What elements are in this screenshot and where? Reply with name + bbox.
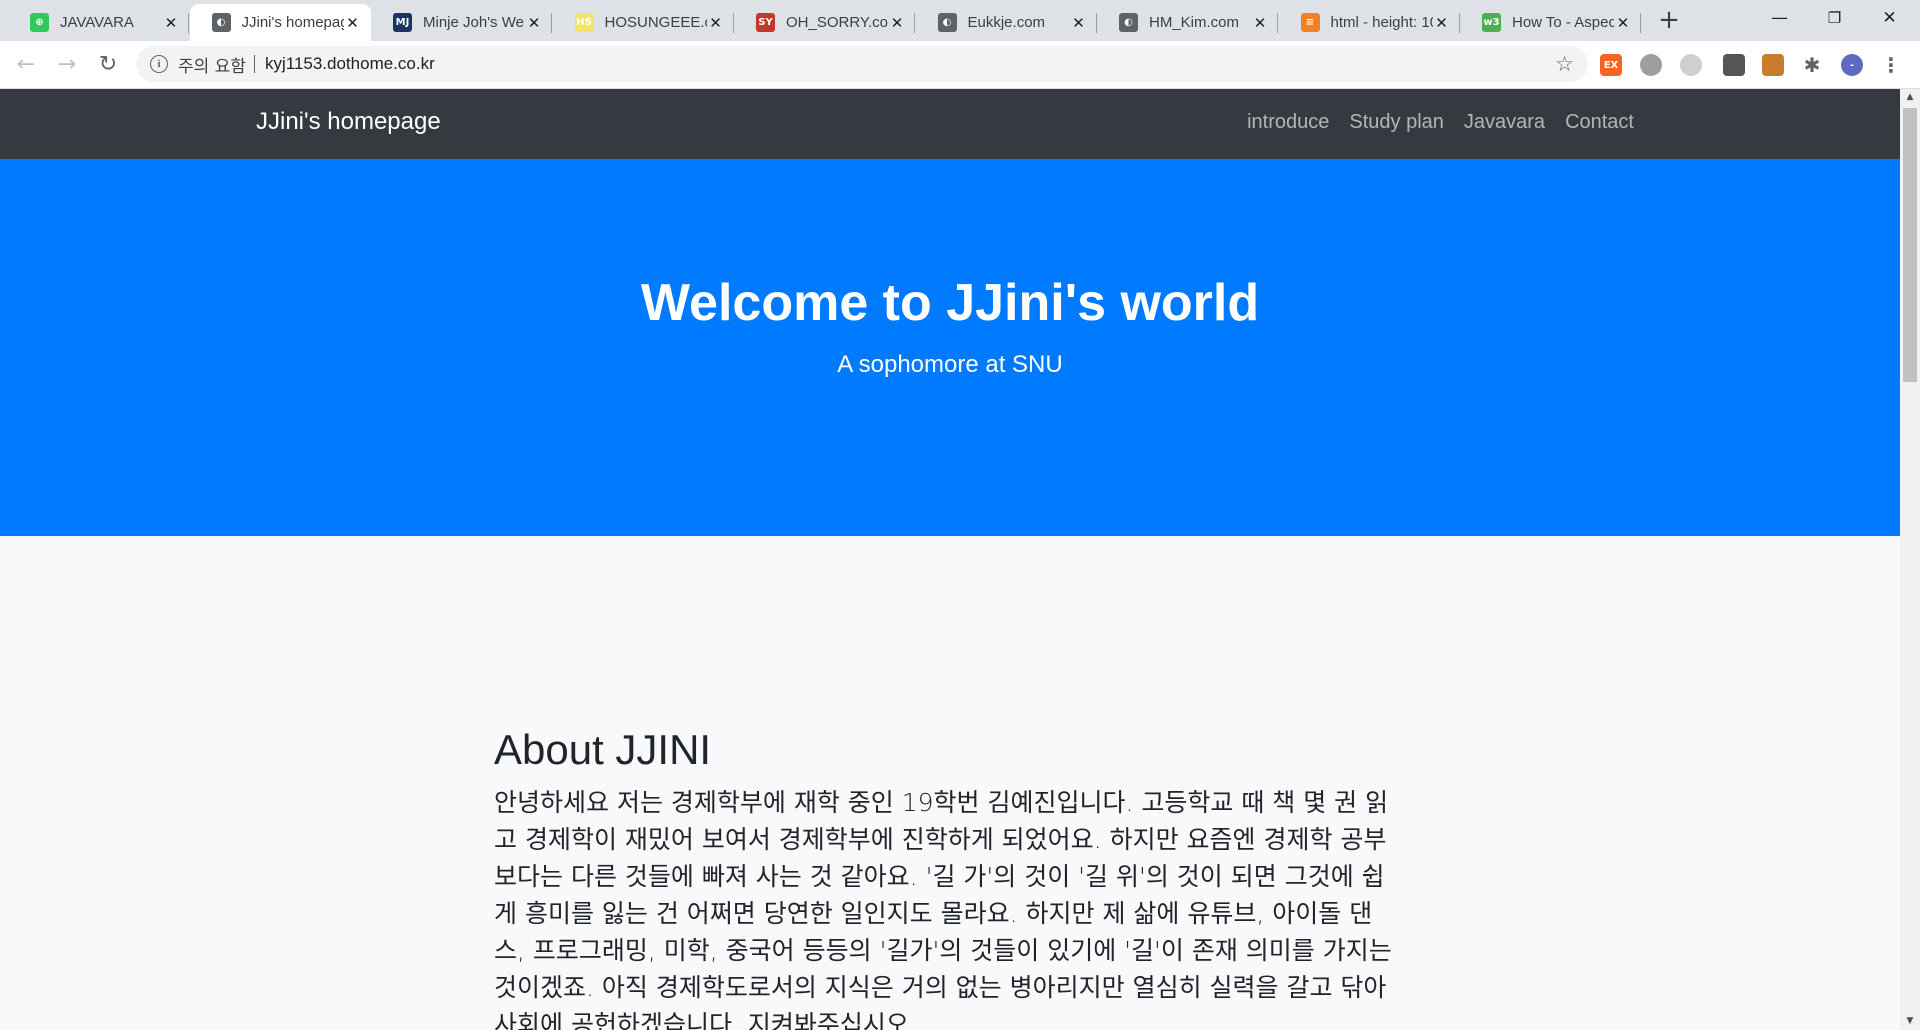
back-button[interactable]: ←: [11, 49, 41, 79]
tab-title: Eukkje.com: [967, 14, 1046, 31]
site-navbar: JJini's homepage introduce Study plan Ja…: [0, 89, 1900, 159]
tab-title: HOSUNGEEE.com: [604, 14, 707, 31]
scrollbar-thumb[interactable]: [1903, 108, 1917, 382]
browser-tab[interactable]: ◐ JJini's homepage✕: [189, 4, 371, 41]
new-tab-button[interactable]: +: [1655, 7, 1683, 35]
tab-title: HM_Kim.com: [1149, 14, 1240, 31]
globe-icon: ◐: [211, 13, 231, 32]
tab-separator: [1640, 13, 1641, 33]
window-close-button[interactable]: ✕: [1862, 0, 1917, 36]
browser-tab[interactable]: MJ Minje Joh's Website✕: [371, 4, 552, 41]
tab-close-icon[interactable]: ✕: [162, 14, 180, 32]
globe-icon: ◐: [1119, 13, 1138, 32]
sorry-logo-icon: SY: [756, 13, 775, 32]
browser-tab[interactable]: HS HOSUNGEEE.com✕: [553, 4, 734, 41]
browser-tab[interactable]: ◐ Eukkje.com ✕: [916, 4, 1097, 41]
menu-kebab-icon[interactable]: ⋮: [1880, 53, 1902, 77]
tab-close-icon[interactable]: ✕: [1433, 14, 1451, 32]
vertical-scrollbar[interactable]: ▲ ▼: [1900, 89, 1920, 1030]
tab-close-icon[interactable]: ✕: [1070, 14, 1088, 32]
nav-link-introduce[interactable]: introduce: [1247, 111, 1329, 134]
tab-close-icon[interactable]: ✕: [344, 14, 362, 32]
hero-title: Welcome to JJini's world: [640, 274, 1260, 332]
page-viewport: JJini's homepage introduce Study plan Ja…: [0, 89, 1900, 1030]
browser-tab[interactable]: ⊕ JAVAVARA ✕: [8, 4, 189, 41]
tab-close-icon[interactable]: ✕: [1251, 14, 1269, 32]
hammer-extension-icon[interactable]: [1762, 54, 1784, 76]
browser-tab[interactable]: w3 How To - Aspect Ratio✕: [1460, 4, 1641, 41]
grey-circle-extension-icon[interactable]: [1680, 54, 1702, 76]
nav-link-javavara[interactable]: Javavara: [1464, 111, 1545, 134]
hs-logo-icon: HS: [574, 13, 594, 32]
navbar-brand[interactable]: JJini's homepage: [256, 108, 441, 136]
browser-tab[interactable]: ◐ HM_Kim.com ✕: [1097, 4, 1278, 41]
about-body: 안녕하세요 저는 경제학부에 재학 중인 19학번 김예진입니다. 고등학교 때…: [494, 788, 1392, 1030]
tab-close-icon[interactable]: ✕: [888, 14, 906, 32]
dropper-extension-icon[interactable]: [1723, 54, 1745, 76]
browser-tab[interactable]: ≡ html - height: 100%✕: [1279, 4, 1460, 41]
nav-link-contact[interactable]: Contact: [1565, 111, 1634, 134]
forward-button[interactable]: →: [52, 49, 82, 79]
address-divider: [253, 55, 255, 73]
tab-title: Minje Joh's Website: [423, 14, 525, 31]
tab-title: JJini's homepage: [241, 14, 344, 31]
tab-title: OH_SORRY.com: [786, 14, 888, 31]
nav-link-study-plan[interactable]: Study plan: [1349, 111, 1444, 134]
tab-title: html - height: 100%: [1330, 14, 1433, 31]
tab-close-icon[interactable]: ✕: [1614, 14, 1632, 32]
stackoverflow-icon: ≡: [1300, 13, 1320, 32]
profile-avatar-icon[interactable]: -: [1841, 54, 1863, 76]
ex-extension-icon[interactable]: EX: [1600, 54, 1622, 76]
tab-close-icon[interactable]: ✕: [525, 14, 543, 32]
scroll-up-arrow-icon[interactable]: ▲: [1900, 89, 1920, 106]
nav-links: introduce Study plan Javavara Contact: [1247, 111, 1634, 134]
green-globe-icon: ⊕: [30, 13, 49, 32]
browser-toolbar: ← → ↻ i 주의 요함 kyj1153.dothome.co.kr ☆ EX…: [0, 41, 1920, 89]
info-icon[interactable]: i: [150, 55, 168, 73]
scroll-down-arrow-icon[interactable]: ▼: [1900, 1013, 1920, 1030]
tab-title: How To - Aspect Ratio: [1512, 14, 1614, 31]
w3schools-icon: w3: [1482, 13, 1501, 32]
puzzle-extensions-icon[interactable]: ✱: [1801, 53, 1823, 77]
url-text[interactable]: kyj1153.dothome.co.kr: [265, 54, 435, 74]
grey-extension-icon[interactable]: [1640, 54, 1662, 76]
minimize-button[interactable]: —: [1752, 0, 1807, 36]
about-section: About JJINI 안녕하세요 저는 경제학부에 재학 중인 19학번 김예…: [494, 726, 1398, 1030]
about-heading: About JJINI: [494, 726, 712, 773]
mj-logo-icon: MJ: [393, 13, 412, 32]
reload-button[interactable]: ↻: [93, 49, 123, 79]
hero-subtitle: A sophomore at SNU: [837, 351, 1063, 378]
address-bar[interactable]: i 주의 요함 kyj1153.dothome.co.kr ☆: [136, 46, 1588, 82]
restore-button[interactable]: ❐: [1807, 0, 1862, 36]
tab-separator: [188, 13, 189, 33]
security-warning-label[interactable]: 주의 요함: [178, 52, 246, 77]
tab-title: JAVAVARA: [60, 14, 134, 31]
bookmark-star-icon[interactable]: ☆: [1555, 52, 1574, 76]
tab-close-icon[interactable]: ✕: [707, 14, 725, 32]
hero-jumbotron: Welcome to JJini's world A sophomore at …: [0, 159, 1900, 536]
browser-tab[interactable]: SY OH_SORRY.com✕: [734, 4, 915, 41]
globe-icon: ◐: [937, 13, 957, 32]
tab-strip: ⊕JAVAVARA✕◐JJini's homepage✕MJMinje Joh'…: [0, 0, 1920, 41]
